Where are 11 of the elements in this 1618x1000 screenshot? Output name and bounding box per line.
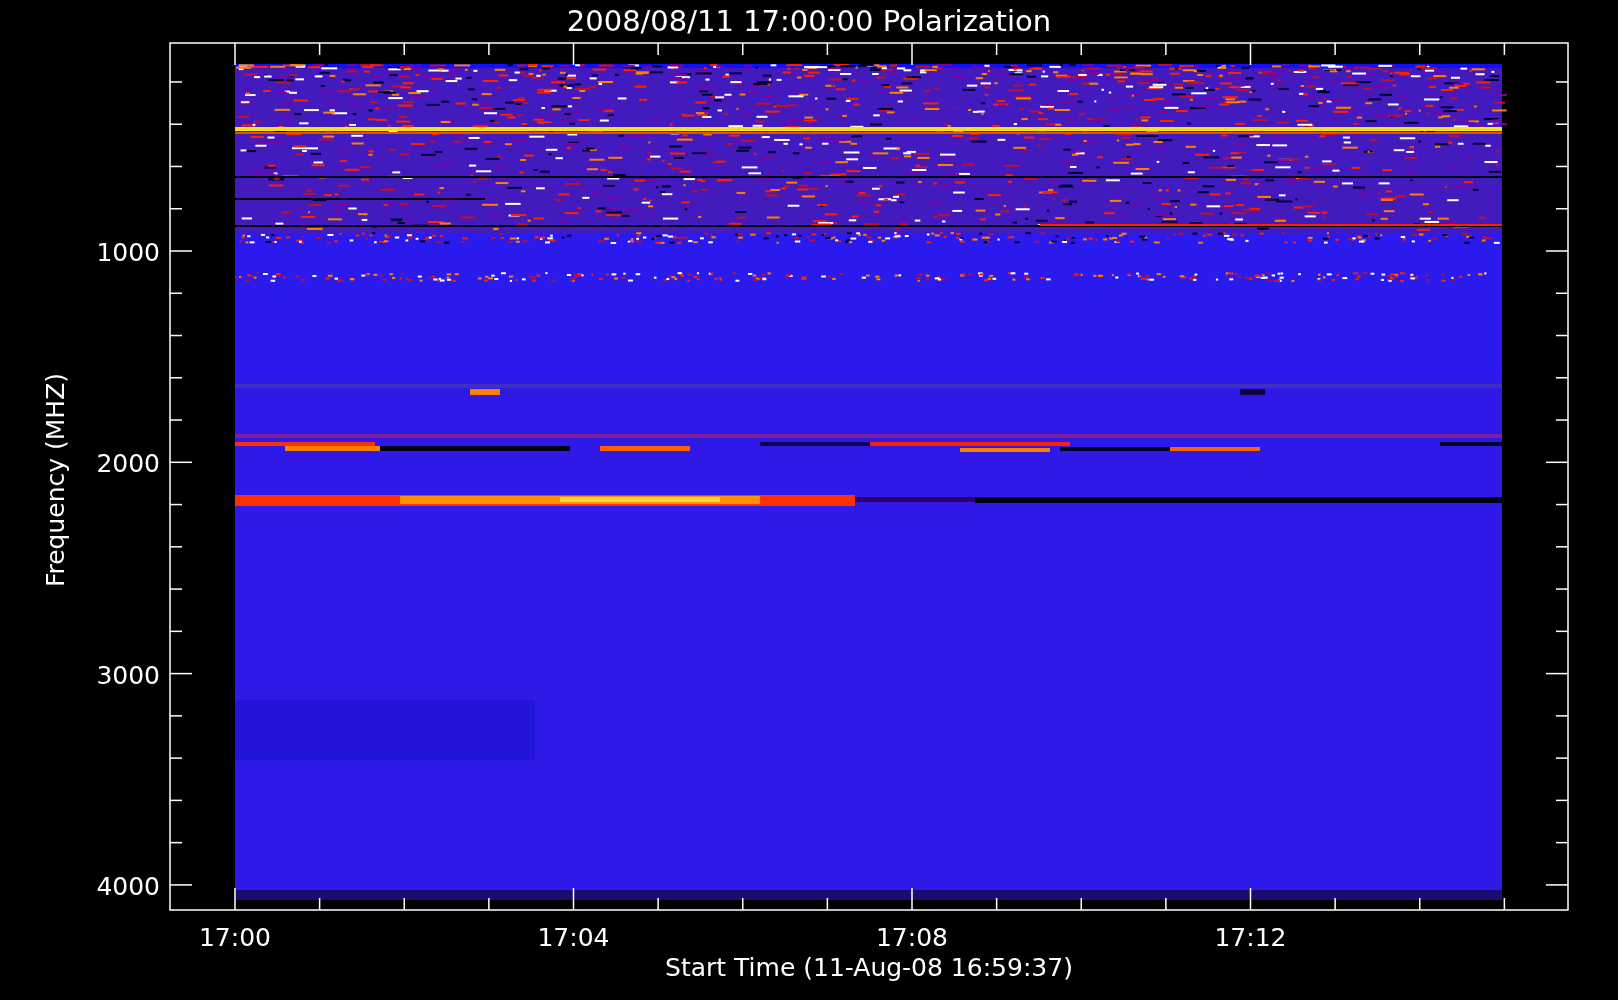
x-tick-label: 17:04 <box>537 923 610 952</box>
x-axis-label: Start Time (11-Aug-08 16:59:37) <box>665 953 1073 982</box>
y-tick-label: 2000 <box>96 449 160 479</box>
x-tick-label: 17:12 <box>1214 923 1287 952</box>
chart-title: 2008/08/11 17:00:00 Polarization <box>566 4 1052 38</box>
y-tick-label: 1000 <box>96 238 160 267</box>
y-axis-label: Frequency (MHZ) <box>41 372 70 588</box>
x-tick-label: 17:08 <box>876 923 948 952</box>
x-tick-label: 17:00 <box>199 923 271 952</box>
y-tick-label: 3000 <box>96 660 160 690</box>
y-tick-label: 4000 <box>96 871 160 901</box>
